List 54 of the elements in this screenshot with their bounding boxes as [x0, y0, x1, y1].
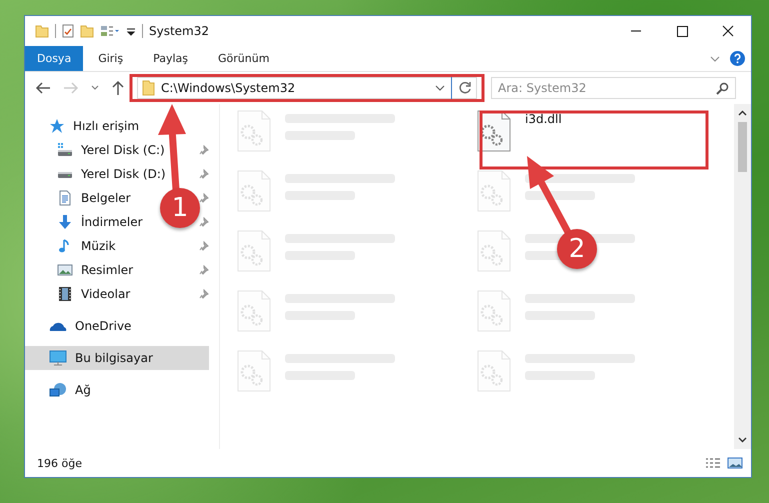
sidebar-item[interactable]: Hızlı erişim [25, 114, 209, 138]
recent-dropdown-icon[interactable] [91, 85, 99, 91]
back-arrow-icon[interactable] [35, 81, 51, 95]
cloud-icon [49, 320, 67, 332]
sidebar-item[interactable]: Belgeler [25, 186, 155, 210]
chevron-down-icon[interactable] [435, 84, 445, 92]
search-icon [716, 82, 729, 95]
sidebar-item[interactable]: İndirmeler [25, 210, 155, 234]
sidebar-item[interactable]: Ağ [25, 378, 209, 402]
details-view-icon[interactable] [705, 457, 721, 469]
scrollbar[interactable] [734, 104, 751, 449]
pin-icon[interactable] [199, 193, 209, 203]
sidebar-item[interactable]: Videolar [25, 282, 155, 306]
window-title: System32 [149, 24, 210, 38]
sidebar-item[interactable]: Müzik [25, 234, 155, 258]
scroll-up-icon[interactable] [738, 110, 747, 116]
item-count: 196 öğe [37, 456, 82, 470]
picture-icon [57, 262, 73, 278]
film-icon [57, 286, 73, 302]
computer-icon [49, 350, 67, 366]
drive-icon [57, 170, 73, 178]
address-field[interactable]: C:\Windows\System32 [137, 77, 477, 99]
refresh-icon[interactable] [458, 81, 472, 95]
pin-icon[interactable] [199, 289, 209, 299]
ribbon-tab[interactable]: Dosya [25, 46, 84, 71]
sidebar-item[interactable]: Yerel Disk (C:) [25, 138, 175, 162]
document-icon [57, 190, 73, 206]
ribbon-tab[interactable]: Görünüm [203, 46, 284, 71]
chevron-down-icon[interactable] [710, 54, 720, 62]
sidebar-item[interactable]: Resimler [25, 258, 155, 282]
pin-icon[interactable] [199, 217, 209, 227]
scroll-down-icon[interactable] [738, 437, 747, 443]
up-arrow-icon[interactable] [111, 80, 125, 96]
ribbon-tab[interactable]: Giriş [83, 46, 138, 71]
network-icon [49, 382, 67, 398]
pin-icon[interactable] [199, 241, 209, 251]
sidebar-item[interactable]: OneDrive [25, 314, 209, 338]
pin-icon[interactable] [199, 169, 209, 179]
sidebar-item[interactable]: Bu bilgisayar [25, 346, 209, 370]
star-icon [49, 118, 65, 134]
pin-icon[interactable] [199, 265, 209, 275]
properties-icon[interactable] [62, 24, 74, 38]
ribbon-tab[interactable]: Paylaş [138, 46, 203, 71]
drive-icon [57, 142, 73, 158]
help-icon[interactable] [730, 51, 745, 66]
scrollbar-thumb[interactable] [738, 122, 747, 172]
file-name[interactable]: i3d.dll [525, 112, 562, 126]
pin-icon[interactable] [199, 145, 209, 155]
search-field[interactable]: Ara: System32 [491, 77, 736, 99]
sidebar-item[interactable]: Yerel Disk (D:) [25, 162, 176, 186]
download-arrow-icon [57, 214, 73, 230]
large-icons-view-icon[interactable] [727, 457, 743, 469]
view-options-icon[interactable] [100, 24, 120, 38]
folder-icon [142, 80, 155, 96]
